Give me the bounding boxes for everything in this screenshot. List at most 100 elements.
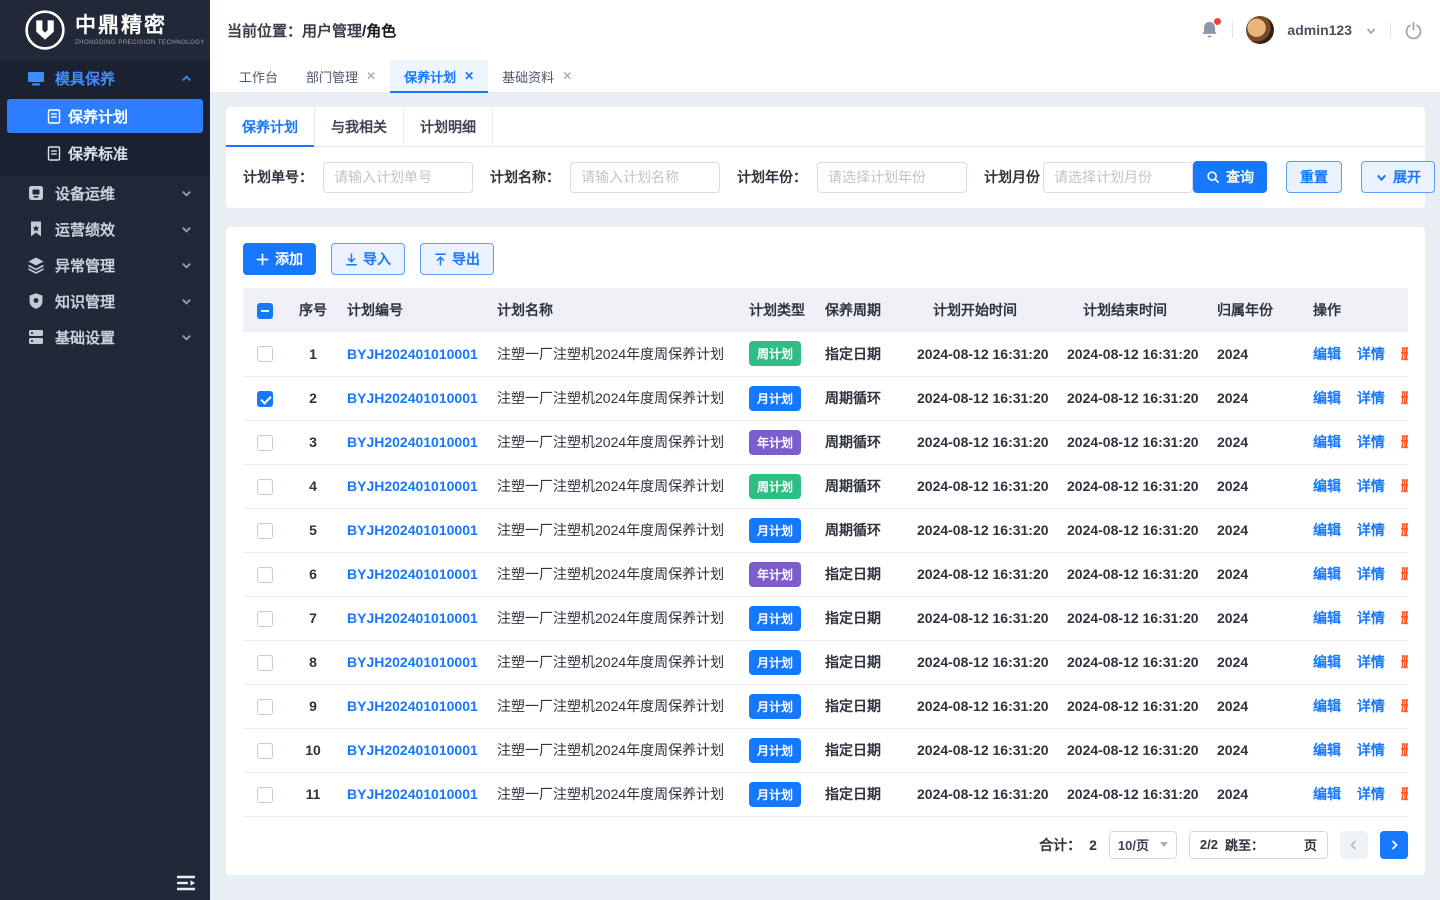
plan-code-link[interactable]: BYJH202401010001 [347, 346, 478, 362]
row-checkbox[interactable] [257, 611, 273, 627]
delete-link[interactable]: 删除 [1401, 698, 1408, 714]
avatar[interactable] [1246, 16, 1274, 44]
detail-link[interactable]: 详情 [1357, 786, 1385, 802]
reset-button[interactable]: 重置 [1286, 161, 1342, 193]
edit-link[interactable]: 编辑 [1313, 566, 1341, 582]
delete-link[interactable]: 删除 [1401, 478, 1408, 494]
subtab-related-to-me[interactable]: 与我相关 [315, 107, 404, 146]
tab-workbench[interactable]: 工作台 [225, 60, 292, 92]
next-page-button[interactable] [1380, 831, 1408, 859]
delete-link[interactable]: 删除 [1401, 786, 1408, 802]
close-icon[interactable]: ✕ [366, 70, 376, 82]
row-checkbox[interactable] [257, 523, 273, 539]
row-checkbox[interactable] [257, 346, 273, 362]
username[interactable]: admin123 [1287, 22, 1352, 38]
delete-link[interactable]: 删除 [1401, 434, 1408, 450]
export-button[interactable]: 导出 [420, 243, 494, 275]
page-size-select[interactable]: 10/页 [1109, 831, 1177, 859]
edit-link[interactable]: 编辑 [1313, 522, 1341, 538]
subtab-maintenance-plan[interactable]: 保养计划 [226, 107, 315, 146]
sidebar-group-equipment-ops[interactable]: 设备运维 [0, 175, 210, 211]
sidebar-group-mold-maintenance[interactable]: 模具保养 [0, 60, 210, 96]
row-checkbox[interactable] [257, 435, 273, 451]
plan-code-link[interactable]: BYJH202401010001 [347, 566, 478, 582]
tab-basic-data[interactable]: 基础资料 ✕ [488, 60, 586, 92]
sidebar-group-exception-management[interactable]: 异常管理 [0, 247, 210, 283]
jump-page-input[interactable] [1271, 835, 1297, 855]
edit-link[interactable]: 编辑 [1313, 742, 1341, 758]
sidebar-group-operation-performance[interactable]: 运营绩效 [0, 211, 210, 247]
plan-code-link[interactable]: BYJH202401010001 [347, 522, 478, 538]
edit-link[interactable]: 编辑 [1313, 698, 1341, 714]
plan-code-link[interactable]: BYJH202401010001 [347, 610, 478, 626]
plan-no-input[interactable] [323, 162, 473, 193]
import-button[interactable]: 导入 [331, 243, 405, 275]
row-checkbox[interactable] [257, 787, 273, 803]
detail-link[interactable]: 详情 [1357, 698, 1385, 714]
detail-link[interactable]: 详情 [1357, 522, 1385, 538]
delete-link[interactable]: 删除 [1401, 566, 1408, 582]
delete-link[interactable]: 删除 [1401, 654, 1408, 670]
plan-code-link[interactable]: BYJH202401010001 [347, 698, 478, 714]
detail-link[interactable]: 详情 [1357, 654, 1385, 670]
row-checkbox[interactable] [257, 391, 273, 407]
edit-link[interactable]: 编辑 [1313, 434, 1341, 450]
sidebar-group-knowledge-management[interactable]: 知识管理 [0, 283, 210, 319]
row-checkbox[interactable] [257, 699, 273, 715]
monitor-grid-icon [27, 69, 45, 87]
add-button[interactable]: 添加 [243, 243, 316, 275]
detail-link[interactable]: 详情 [1357, 566, 1385, 582]
delete-link[interactable]: 删除 [1401, 346, 1408, 362]
edit-link[interactable]: 编辑 [1313, 478, 1341, 494]
delete-link[interactable]: 删除 [1401, 390, 1408, 406]
chevron-down-icon[interactable] [1365, 24, 1377, 36]
plan-name: 注塑一厂注塑机2024年度周保养计划 [489, 464, 741, 508]
sidebar-item-maintenance-standard[interactable]: 保养标准 [7, 136, 203, 170]
sidebar-collapse-icon[interactable] [176, 875, 196, 891]
edit-link[interactable]: 编辑 [1313, 654, 1341, 670]
expand-button[interactable]: 展开 [1361, 161, 1435, 193]
sidebar-group-basic-settings[interactable]: 基础设置 [0, 319, 210, 355]
plan-month-input[interactable] [1043, 162, 1193, 193]
subtab-plan-detail[interactable]: 计划明细 [404, 107, 493, 146]
delete-link[interactable]: 删除 [1401, 610, 1408, 626]
plan-code-link[interactable]: BYJH202401010001 [347, 390, 478, 406]
header-end: 计划结束时间 [1059, 288, 1209, 332]
delete-link[interactable]: 删除 [1401, 522, 1408, 538]
row-index: 7 [287, 596, 339, 640]
notification-bell-icon[interactable] [1200, 20, 1219, 40]
logout-power-icon[interactable] [1404, 21, 1423, 40]
tab-label: 保养计划 [404, 67, 456, 86]
plan-code-link[interactable]: BYJH202401010001 [347, 434, 478, 450]
prev-page-button[interactable] [1340, 831, 1368, 859]
edit-link[interactable]: 编辑 [1313, 390, 1341, 406]
edit-link[interactable]: 编辑 [1313, 786, 1341, 802]
row-index: 10 [287, 728, 339, 772]
row-checkbox[interactable] [257, 655, 273, 671]
sidebar-item-maintenance-plan[interactable]: 保养计划 [7, 99, 203, 133]
detail-link[interactable]: 详情 [1357, 610, 1385, 626]
select-all-checkbox[interactable] [257, 303, 273, 319]
plan-year-input[interactable] [817, 162, 967, 193]
detail-link[interactable]: 详情 [1357, 346, 1385, 362]
search-button[interactable]: 查询 [1193, 161, 1267, 193]
detail-link[interactable]: 详情 [1357, 742, 1385, 758]
plan-code-link[interactable]: BYJH202401010001 [347, 786, 478, 802]
detail-link[interactable]: 详情 [1357, 434, 1385, 450]
delete-link[interactable]: 删除 [1401, 742, 1408, 758]
tab-maintenance-plan[interactable]: 保养计划 ✕ [390, 60, 488, 92]
edit-link[interactable]: 编辑 [1313, 610, 1341, 626]
close-icon[interactable]: ✕ [562, 70, 572, 82]
row-checkbox[interactable] [257, 567, 273, 583]
plan-code-link[interactable]: BYJH202401010001 [347, 654, 478, 670]
tab-department-management[interactable]: 部门管理 ✕ [292, 60, 390, 92]
edit-link[interactable]: 编辑 [1313, 346, 1341, 362]
close-icon[interactable]: ✕ [464, 70, 474, 82]
plan-code-link[interactable]: BYJH202401010001 [347, 742, 478, 758]
plan-name-input[interactable] [570, 162, 720, 193]
row-checkbox[interactable] [257, 479, 273, 495]
plan-code-link[interactable]: BYJH202401010001 [347, 478, 478, 494]
detail-link[interactable]: 详情 [1357, 478, 1385, 494]
detail-link[interactable]: 详情 [1357, 390, 1385, 406]
row-checkbox[interactable] [257, 743, 273, 759]
